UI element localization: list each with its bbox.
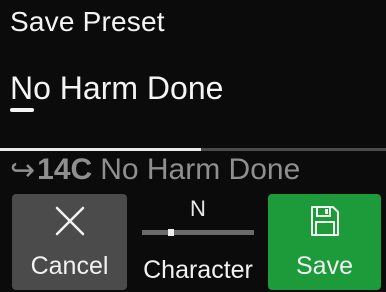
- destination-slot: 14C: [37, 153, 93, 186]
- save-button[interactable]: Save: [268, 194, 381, 290]
- save-destination: ↪ 14C No Harm Done: [10, 150, 300, 190]
- character-label: Character: [143, 256, 253, 284]
- text-cursor: [10, 108, 34, 112]
- floppy-disk-icon: [310, 204, 340, 238]
- cancel-button[interactable]: Cancel: [12, 194, 127, 290]
- character-value: N: [190, 196, 206, 221]
- save-label: Save: [296, 252, 353, 280]
- destination-name: No Harm Done: [100, 153, 301, 186]
- close-icon: [54, 204, 86, 238]
- character-selector[interactable]: N Character: [136, 194, 260, 290]
- page-title: Save Preset: [10, 6, 165, 37]
- cancel-label: Cancel: [30, 252, 109, 280]
- character-slider[interactable]: [142, 229, 254, 236]
- destination-arrow-icon: ↪: [10, 153, 36, 187]
- preset-name-field[interactable]: No Harm Done: [10, 70, 223, 107]
- character-slider-thumb[interactable]: [168, 229, 175, 236]
